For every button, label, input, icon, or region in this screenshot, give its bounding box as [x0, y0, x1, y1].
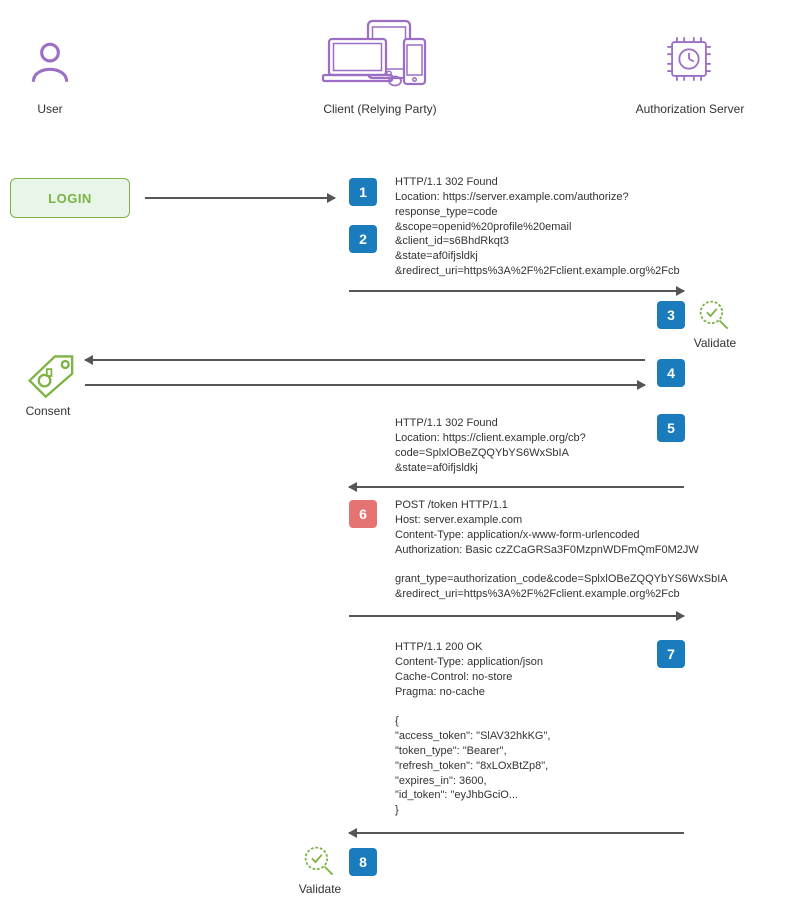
- chip-icon: [660, 30, 718, 88]
- consent-label: Consent: [20, 404, 76, 418]
- client-label: Client (Relying Party): [305, 102, 455, 116]
- arrow-step7-response: [349, 832, 684, 834]
- validate-label-1: Validate: [690, 336, 740, 350]
- step-7: 7: [657, 640, 685, 668]
- step-2: 2: [349, 225, 377, 253]
- step-6: 6: [349, 500, 377, 528]
- user-label: User: [10, 102, 90, 116]
- login-button[interactable]: LOGIN: [10, 178, 130, 218]
- arrow-login-to-client: [145, 197, 335, 199]
- step-4: 4: [657, 359, 685, 387]
- step-1: 1: [349, 178, 377, 206]
- arrow-server-to-user: [85, 359, 645, 361]
- step-3: 3: [657, 301, 685, 329]
- validate-icon-2: [302, 844, 338, 880]
- arrow-step12-request: [349, 290, 684, 292]
- step-8: 8: [349, 848, 377, 876]
- step-5: 5: [657, 414, 685, 442]
- http-block-4: HTTP/1.1 200 OK Content-Type: applicatio…: [395, 640, 550, 818]
- arrow-step5-response: [349, 486, 684, 488]
- server-label: Authorization Server: [620, 102, 760, 116]
- validate-label-2: Validate: [295, 882, 345, 896]
- http-block-2: HTTP/1.1 302 Found Location: https://cli…: [395, 416, 586, 475]
- arrow-user-to-server-consent: [85, 384, 645, 386]
- user-icon: [25, 38, 75, 88]
- devices-icon: [320, 18, 440, 93]
- arrow-step6-request: [349, 615, 684, 617]
- validate-icon: [697, 298, 733, 334]
- consent-tag-icon: [20, 353, 76, 399]
- http-block-3: POST /token HTTP/1.1 Host: server.exampl…: [395, 498, 728, 602]
- http-block-1: HTTP/1.1 302 Found Location: https://ser…: [395, 175, 680, 279]
